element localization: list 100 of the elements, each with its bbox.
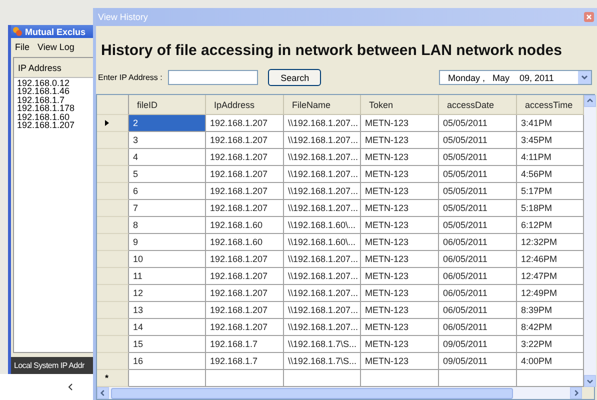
table-cell: 192.168.1.207 [206, 251, 284, 268]
horizontal-scrollbar[interactable] [97, 387, 594, 399]
table-cell: 06/05/2011 [439, 268, 517, 285]
table-cell: 05/05/2011 [439, 183, 517, 200]
table-cell: 10 [129, 251, 206, 268]
list-item[interactable]: 192.168.1.60 [14, 112, 93, 122]
table-cell: 8 [129, 217, 206, 234]
table-cell: 11 [129, 268, 206, 285]
table-cell: 09/05/2011 [439, 336, 517, 353]
column-header[interactable]: Token [361, 95, 439, 115]
row-header[interactable] [97, 115, 129, 132]
row-header[interactable]: * [97, 370, 129, 387]
scroll-up-icon[interactable] [584, 95, 596, 107]
table-cell: \\192.168.1.207... [284, 319, 361, 336]
table-cell: \\192.168.1.207... [284, 285, 361, 302]
column-header: IP Address [14, 58, 93, 78]
window-title: Mutual Exclus [25, 26, 86, 36]
table-cell: 192.168.1.207 [206, 183, 284, 200]
status-bar: Local System IP Addr [11, 357, 93, 374]
scroll-left-icon[interactable] [97, 387, 109, 399]
table-cell: 5 [129, 166, 206, 183]
table-cell: 05/05/2011 [439, 217, 517, 234]
table-cell: 192.168.1.207 [206, 200, 284, 217]
column-header[interactable]: fileID [129, 95, 206, 115]
table-cell: \\192.168.1.207... [284, 115, 361, 132]
table-cell: 192.168.1.207 [206, 166, 284, 183]
table-cell: METN-123 [361, 353, 439, 370]
table-cell: \\192.168.1.207... [284, 268, 361, 285]
page-heading: History of file accessing in network between LAN network nodes [100, 41, 563, 59]
table-cell: 4 [129, 149, 206, 166]
table-cell: METN-123 [361, 217, 439, 234]
table-cell: 192.168.1.207 [206, 149, 284, 166]
table-cell: 9 [129, 234, 206, 251]
list-item[interactable]: 192.168.0.12 [14, 79, 93, 88]
scroll-down-icon[interactable] [584, 375, 596, 387]
table-cell: METN-123 [361, 183, 439, 200]
row-header [97, 95, 129, 115]
table-cell: METN-123 [361, 234, 439, 251]
table-cell: \\192.168.1.60\... [284, 217, 361, 234]
vertical-scrollbar[interactable] [584, 95, 596, 387]
table-cell: 06/05/2011 [439, 234, 517, 251]
ip-address-field[interactable] [168, 70, 258, 85]
window-title: View History [98, 12, 148, 22]
table-cell: 192.168.1.7 [206, 353, 284, 370]
table-cell: 192.168.1.207 [206, 319, 284, 336]
search-button[interactable]: Search [268, 69, 322, 86]
scroll-thumb[interactable] [111, 388, 513, 398]
menu-item[interactable]: File [15, 42, 30, 52]
table-cell: 6 [129, 183, 206, 200]
table-cell: 192.168.1.7 [206, 336, 284, 353]
table-cell: 05/05/2011 [439, 200, 517, 217]
table-cell: METN-123 [361, 200, 439, 217]
column-header[interactable]: accessDate [439, 95, 517, 115]
table-cell: 06/05/2011 [439, 251, 517, 268]
table-cell: METN-123 [361, 115, 439, 132]
table-cell: 05/05/2011 [439, 115, 517, 132]
table-cell: \\192.168.1.207... [284, 251, 361, 268]
table-cell: \\192.168.1.207... [284, 149, 361, 166]
table-cell: 09/05/2011 [439, 353, 517, 370]
table-cell: \\192.168.1.207... [284, 132, 361, 149]
list-item[interactable]: 192.168.1.7 [14, 96, 93, 104]
table-cell: \\192.168.1.207... [284, 166, 361, 183]
table-cell: 16 [129, 353, 206, 370]
table-cell: 192.168.1.207 [206, 285, 284, 302]
column-header[interactable]: IpAddress [206, 95, 284, 115]
scroll-right-icon[interactable] [570, 387, 582, 399]
table-cell: 7 [129, 200, 206, 217]
chevron-left-icon[interactable] [68, 383, 73, 391]
table-cell: METN-123 [361, 302, 439, 319]
table-cell: 192.168.1.207 [206, 132, 284, 149]
date-picker[interactable]: Monday , May 09, 2011 [439, 70, 592, 85]
table-cell: METN-123 [361, 166, 439, 183]
table-cell: 14 [129, 319, 206, 336]
table-cell: 192.168.1.207 [206, 268, 284, 285]
menu-item[interactable]: View Log [38, 42, 74, 52]
table-cell: 05/05/2011 [439, 166, 517, 183]
table-cell: METN-123 [361, 268, 439, 285]
table-cell: 05/05/2011 [439, 132, 517, 149]
list-item[interactable]: 192.168.1.178 [14, 104, 93, 113]
close-icon[interactable] [584, 12, 594, 22]
dropdown-icon[interactable] [578, 71, 591, 84]
table-cell: 3 [129, 132, 206, 149]
list-item[interactable]: 192.168.1.207 [14, 121, 93, 130]
table-cell: 192.168.1.60 [206, 234, 284, 251]
column-header[interactable]: accessTime [517, 95, 584, 115]
table-cell: \\192.168.1.7\S... [284, 336, 361, 353]
list-item[interactable]: 192.168.1.46 [14, 87, 93, 96]
table-cell: \\192.168.1.207... [284, 302, 361, 319]
column-header[interactable]: FileName [284, 95, 361, 115]
table-cell: METN-123 [361, 285, 439, 302]
table-cell: 06/05/2011 [439, 319, 517, 336]
table-cell: 06/05/2011 [439, 285, 517, 302]
table-cell: \\192.168.1.7\S... [284, 353, 361, 370]
table-cell: 2 [129, 115, 206, 132]
ip-address-label: Enter IP Address : [98, 73, 162, 82]
table-cell: 05/05/2011 [439, 149, 517, 166]
app-icon [13, 27, 22, 36]
new-row-marker: * [105, 373, 109, 383]
table-cell: 192.168.1.207 [206, 302, 284, 319]
table-cell: 15 [129, 336, 206, 353]
